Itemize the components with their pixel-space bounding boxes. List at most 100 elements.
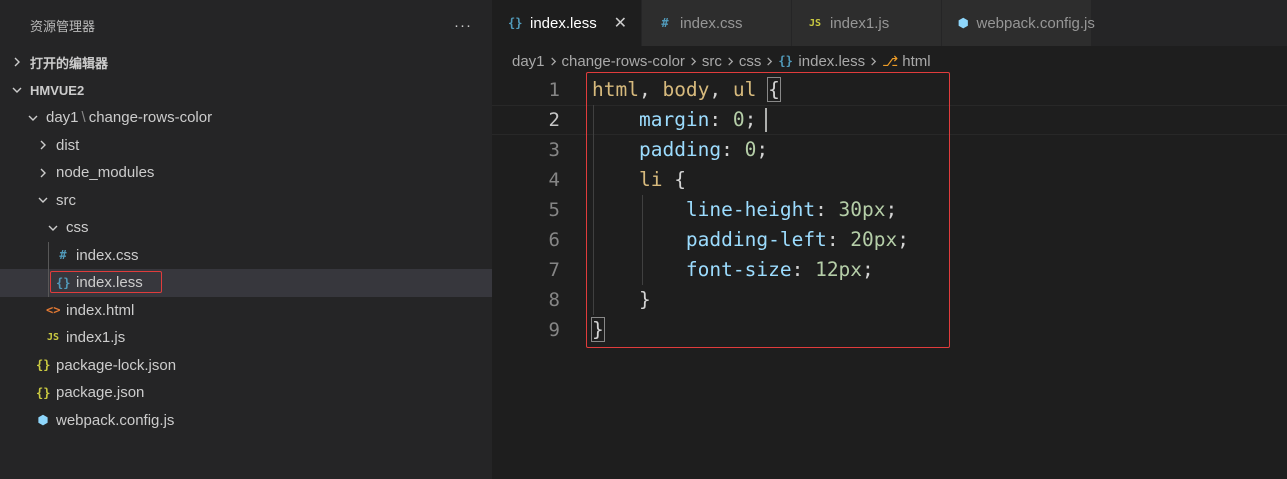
tab-label: webpack.config.js xyxy=(976,14,1095,32)
code-token: { xyxy=(767,77,781,102)
more-actions-icon[interactable]: ··· xyxy=(454,17,472,34)
editor-area: {} index.less ✕ # index.css JS index1.js… xyxy=(492,0,1287,479)
tree-folder-day1[interactable]: day1 \ change-rows-color xyxy=(0,104,492,132)
chevron-right-icon xyxy=(36,168,50,178)
chevron-right-icon xyxy=(549,56,558,66)
code-text: margin: 0; xyxy=(562,105,756,135)
code-token: li xyxy=(638,168,663,191)
line-number: 6 xyxy=(548,229,560,251)
tree-label: index1.js xyxy=(66,329,126,347)
code-token: margin xyxy=(638,108,710,131)
chevron-right-icon xyxy=(869,56,878,66)
breadcrumb-item[interactable]: day1 xyxy=(512,53,545,70)
section-open-editors[interactable]: 打开的编辑器 xyxy=(0,48,492,76)
tree-folder-node-modules[interactable]: node_modules xyxy=(0,159,492,187)
line-number: 5 xyxy=(548,199,560,221)
code-text: html, body, ul { xyxy=(562,75,781,105)
tab-index-less[interactable]: {} index.less ✕ xyxy=(492,0,642,46)
line-number: 8 xyxy=(548,289,560,311)
tree-folder-css[interactable]: css xyxy=(0,214,492,242)
breadcrumb-item[interactable]: css xyxy=(739,53,762,70)
code-text: li { xyxy=(562,165,686,195)
file-tree: day1 \ change-rows-color dist node_modul… xyxy=(0,104,492,434)
tree-label: index.html xyxy=(66,301,135,319)
chevron-down-icon xyxy=(36,195,50,205)
code-token: 0 xyxy=(744,138,757,161)
code-text: } xyxy=(562,315,605,345)
breadcrumb-item[interactable]: index.less xyxy=(798,53,865,70)
code-line[interactable]: 6 padding-left: 20px; xyxy=(492,225,1287,255)
webpack-file-icon: ⬢ xyxy=(958,16,969,30)
json-file-icon: {} xyxy=(36,385,51,400)
indent-guide xyxy=(48,269,49,297)
tree-file-package-json[interactable]: {} package.json xyxy=(0,379,492,407)
section-label: HMVUE2 xyxy=(30,82,85,98)
code-text: line-height: 30px; xyxy=(562,195,897,225)
tab-index1-js[interactable]: JS index1.js xyxy=(792,0,942,46)
tree-label: package-lock.json xyxy=(56,356,177,374)
code-token: : xyxy=(826,228,851,251)
section-label: 打开的编辑器 xyxy=(30,55,109,71)
highlight-annotation-box xyxy=(50,271,162,293)
line-number: 7 xyxy=(548,259,560,281)
text-cursor xyxy=(765,108,767,132)
code-token: { xyxy=(662,168,686,191)
code-text: padding-left: 20px; xyxy=(562,225,909,255)
tab-webpack-config-js[interactable]: ⬢ webpack.config.js xyxy=(942,0,1095,46)
explorer-title: 资源管理器 xyxy=(30,18,96,34)
tree-label: src xyxy=(56,191,76,209)
code-token: } xyxy=(592,288,651,311)
code-token: } xyxy=(591,317,605,342)
code-token: 30px xyxy=(838,198,886,221)
breadcrumb-item[interactable]: change-rows-color xyxy=(562,53,685,70)
code-token: : xyxy=(791,258,816,281)
code-token: html xyxy=(592,78,639,101)
tab-label: index.less xyxy=(530,14,597,32)
code-token: , xyxy=(638,78,663,101)
code-editor[interactable]: 1 html, body, ul {2 margin: 0; 3 padding: … xyxy=(492,72,1287,479)
breadcrumb-item[interactable]: src xyxy=(702,53,722,70)
section-hmvue2[interactable]: HMVUE2 xyxy=(0,76,492,104)
tab-label: index1.js xyxy=(830,14,890,32)
code-token: padding xyxy=(638,138,722,161)
code-text: padding: 0; xyxy=(562,135,768,165)
chevron-down-icon xyxy=(10,85,24,95)
code-token: ; xyxy=(744,108,757,131)
tree-file-index1-js[interactable]: JS index1.js xyxy=(0,324,492,352)
json-file-icon: {} xyxy=(36,358,51,373)
js-file-icon: JS xyxy=(808,17,822,29)
less-file-icon: {} xyxy=(778,54,793,68)
tree-folder-dist[interactable]: dist xyxy=(0,132,492,160)
tree-label: webpack.config.js xyxy=(56,411,175,429)
tree-file-index-html[interactable]: <> index.html xyxy=(0,297,492,325)
close-icon[interactable]: ✕ xyxy=(614,13,627,33)
tree-folder-src[interactable]: src xyxy=(0,187,492,215)
tree-label: node_modules xyxy=(56,164,155,182)
code-token: ; xyxy=(897,228,910,251)
breadcrumb-symbol[interactable]: html xyxy=(902,53,930,70)
tree-file-package-lock-json[interactable]: {} package-lock.json xyxy=(0,352,492,380)
tree-label: package.json xyxy=(56,384,145,402)
tree-file-index-css[interactable]: # index.css xyxy=(0,241,492,269)
css-file-icon: # xyxy=(661,16,669,30)
code-line[interactable]: 5 line-height: 30px; xyxy=(492,195,1287,225)
html-file-icon: <> xyxy=(46,303,61,318)
tab-label: index.css xyxy=(680,14,743,32)
tab-index-css[interactable]: # index.css xyxy=(642,0,792,46)
line-number: 9 xyxy=(548,319,560,341)
code-token: 0 xyxy=(732,108,745,131)
webpack-file-icon: ⬢ xyxy=(37,413,49,428)
code-token: 20px xyxy=(850,228,898,251)
chevron-right-icon xyxy=(726,56,735,66)
tree-file-webpack-config-js[interactable]: ⬢ webpack.config.js xyxy=(0,407,492,435)
code-token: padding-left xyxy=(685,228,827,251)
chevron-right-icon xyxy=(689,56,698,66)
chevron-down-icon xyxy=(26,113,40,123)
code-token: : xyxy=(815,198,839,221)
tree-file-index-less[interactable]: {} index.less xyxy=(0,269,492,297)
code-token: : xyxy=(721,138,745,161)
